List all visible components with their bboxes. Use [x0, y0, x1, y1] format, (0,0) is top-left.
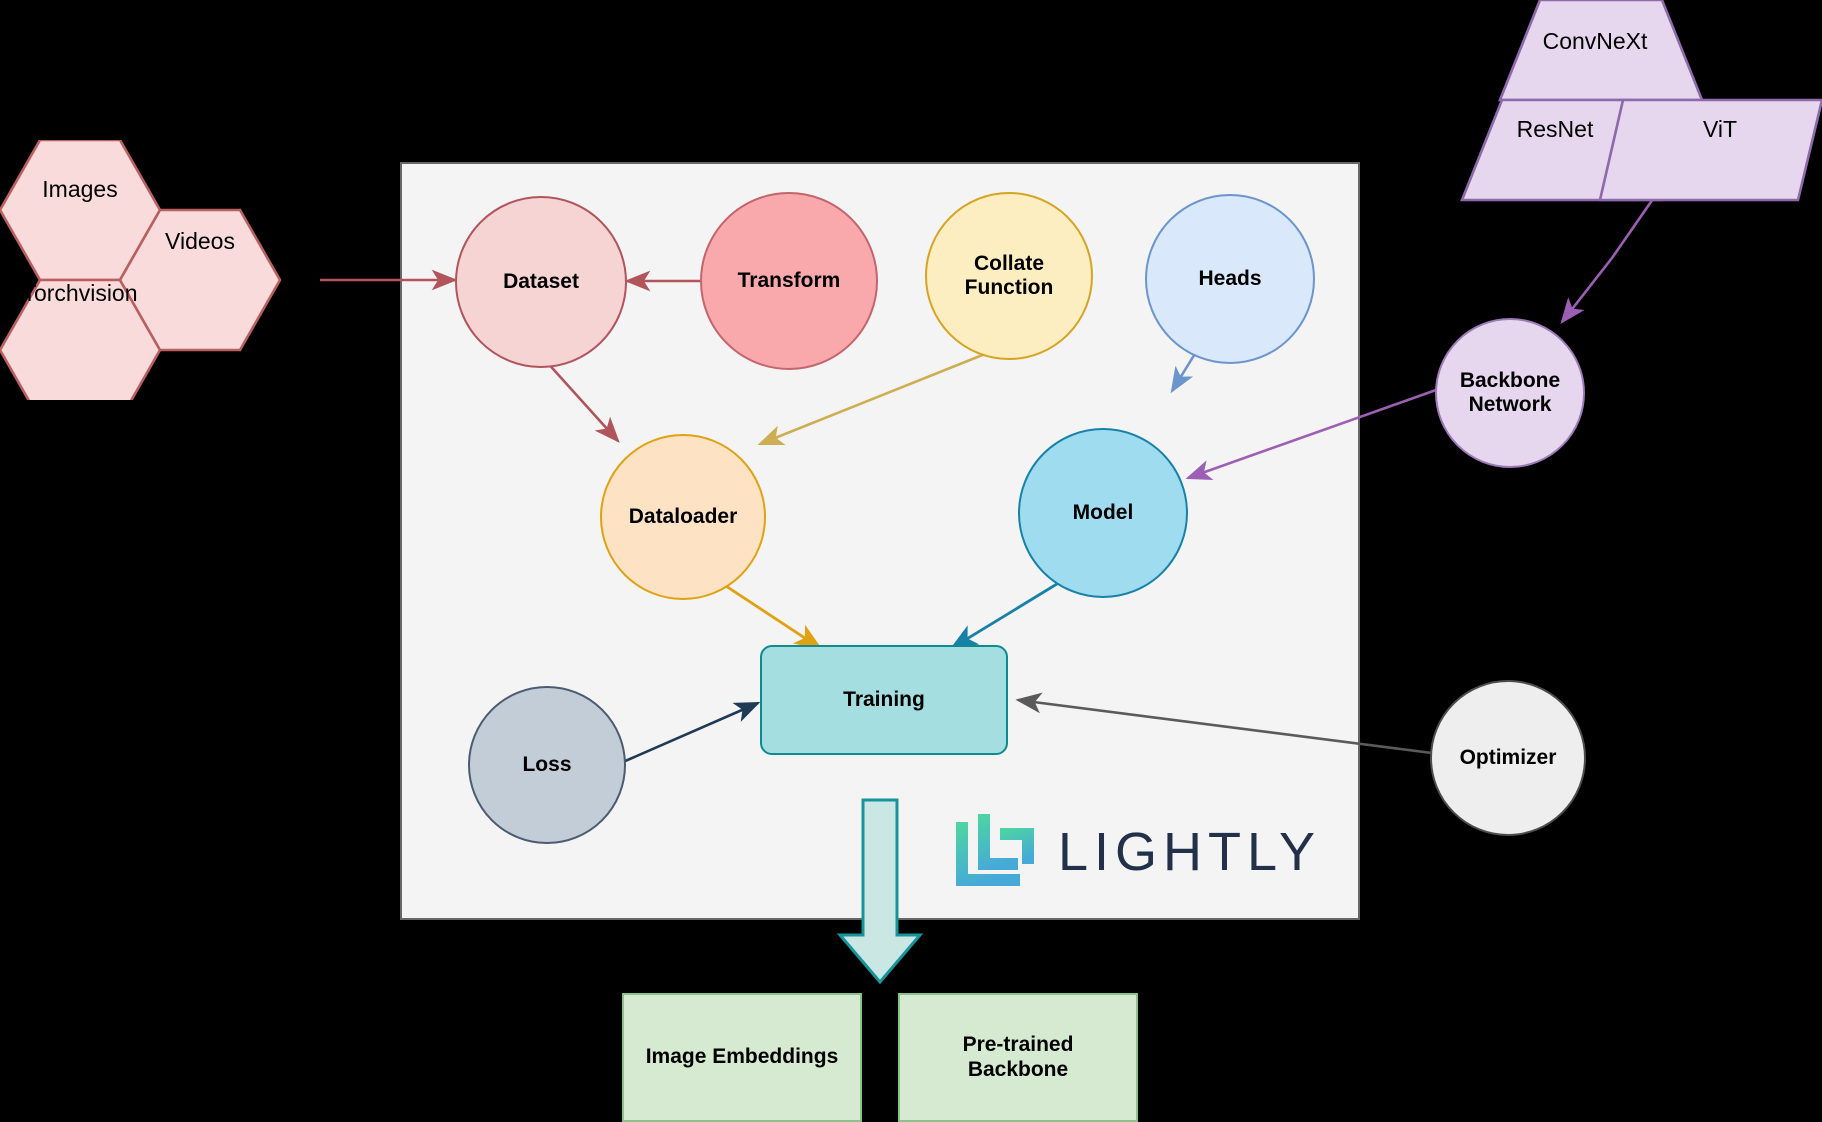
logo-mark-middle [978, 814, 1018, 870]
output-image-embeddings[interactable]: Image Embeddings [622, 993, 862, 1122]
node-loss-label: Loss [522, 752, 572, 776]
logo-wordmark: LIGHTLY [1058, 822, 1321, 882]
node-dataset-label: Dataset [503, 269, 579, 293]
output-image-embeddings-label: Image Embeddings [645, 1045, 839, 1069]
node-dataset[interactable]: Dataset [455, 196, 627, 368]
node-collate-function[interactable]: Collate Function [925, 192, 1093, 360]
node-transform[interactable]: Transform [700, 192, 878, 370]
collate-line-1: Collate [973, 251, 1044, 275]
lightly-logo: LIGHTLY [952, 812, 1332, 894]
node-backbone-network[interactable]: Backbone Network [1435, 318, 1585, 468]
node-training[interactable]: Training [760, 645, 1008, 755]
node-optimizer-label: Optimizer [1459, 745, 1557, 769]
node-dataloader-label: Dataloader [628, 504, 738, 528]
node-transform-label: Transform [737, 268, 841, 292]
backbone-line-1: Backbone [1459, 368, 1561, 392]
node-heads[interactable]: Heads [1145, 194, 1315, 364]
node-heads-label: Heads [1198, 266, 1262, 290]
output-pre-trained-backbone[interactable]: Pre-trained Backbone [898, 993, 1138, 1122]
node-optimizer[interactable]: Optimizer [1430, 680, 1586, 836]
node-training-label: Training [843, 687, 925, 711]
hexagon-videos-label: Videos [165, 227, 235, 254]
node-backbone-network-label: Backbone Network [1460, 369, 1560, 417]
pretrained-line-2: Backbone [967, 1057, 1069, 1081]
diagram-canvas: Images Torchvision Videos ConvNeXt ResNe… [0, 0, 1822, 1122]
pretrained-line-1: Pre-trained [962, 1033, 1074, 1057]
parallelogram-vit-label: ViT [1702, 115, 1738, 142]
trapezoid-convnext-label: ConvNeXt [1542, 27, 1648, 54]
hexagon-torchvision-label: Torchvision [22, 279, 138, 306]
node-loss[interactable]: Loss [468, 686, 626, 844]
node-collate-function-label: Collate Function [965, 252, 1054, 300]
node-dataloader[interactable]: Dataloader [600, 434, 766, 600]
collate-line-2: Function [964, 276, 1054, 299]
parallelogram-resnet-label: ResNet [1516, 115, 1594, 142]
node-model-label: Model [1072, 500, 1134, 524]
node-model[interactable]: Model [1018, 428, 1188, 598]
output-pre-trained-backbone-label: Pre-trained Backbone [963, 1033, 1074, 1081]
backbone-line-2: Network [1468, 393, 1552, 416]
hexagon-images-label: Images [42, 175, 118, 202]
